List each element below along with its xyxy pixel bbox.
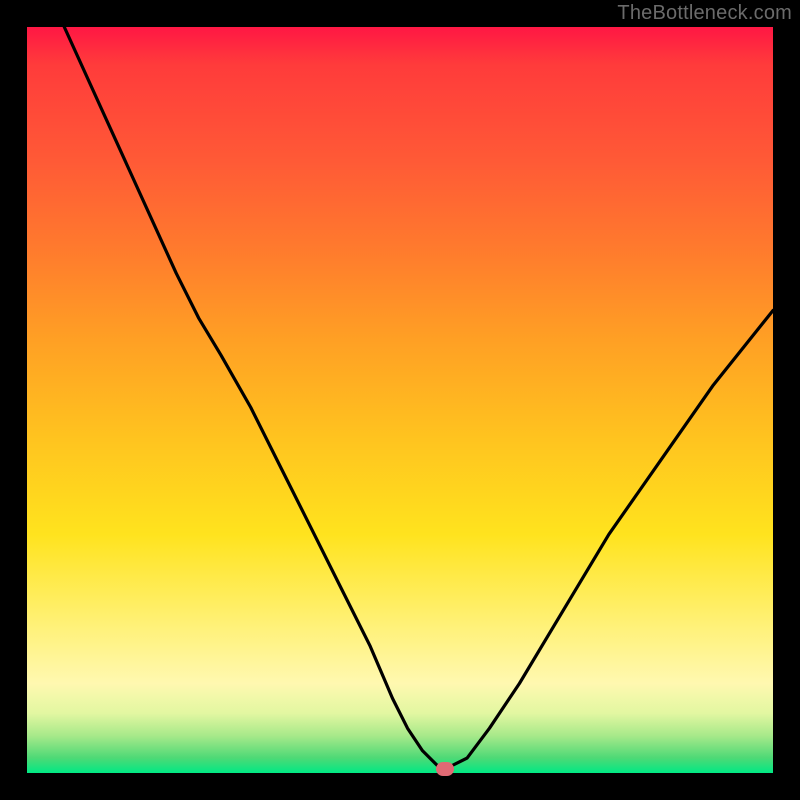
curve-path [64,27,773,766]
bottleneck-curve [27,27,773,773]
optimum-marker [436,762,454,776]
chart-frame: TheBottleneck.com [0,0,800,800]
plot-area [27,27,773,773]
attribution-label: TheBottleneck.com [617,2,792,25]
